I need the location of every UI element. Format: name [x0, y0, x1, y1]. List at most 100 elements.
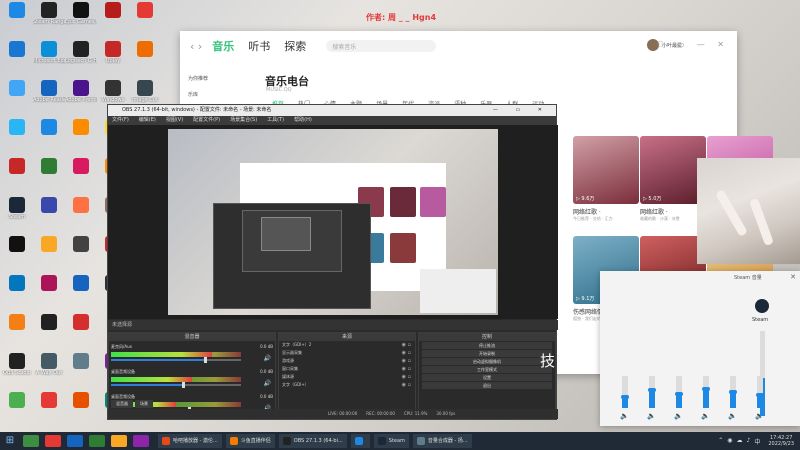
desktop-icon[interactable]: [33, 119, 65, 153]
desktop-icon[interactable]: [1, 41, 33, 75]
speaker-icon[interactable]: 🔊: [264, 355, 271, 362]
pinned-app-icon[interactable]: [133, 435, 149, 447]
desktop-icon[interactable]: [1, 314, 33, 348]
taskbar-window[interactable]: 哈吧播放器 - 激伦...: [158, 434, 222, 448]
desktop-icon[interactable]: [65, 197, 97, 231]
close-icon[interactable]: ✕: [790, 273, 796, 281]
desktop-icon[interactable]: Adobe Premiere: [65, 80, 97, 114]
source-item[interactable]: 窗口采集 ◉ ▫: [279, 365, 415, 373]
desktop-icon[interactable]: Epic Games Launcher: [65, 2, 97, 36]
tab-explore[interactable]: 探索: [284, 38, 306, 54]
obs-menu-item[interactable]: 文件(F): [112, 116, 129, 125]
desktop-icon[interactable]: [33, 275, 65, 309]
control-button[interactable]: 启动虚拟摄像机: [422, 358, 552, 365]
volume-slider[interactable]: [648, 376, 656, 408]
speaker-icon[interactable]: 🔈: [728, 412, 737, 420]
speaker-icon[interactable]: 🔈: [674, 412, 683, 420]
desktop-icon[interactable]: [33, 197, 65, 231]
obs-menu-item[interactable]: 工具(T): [267, 116, 284, 125]
pinned-app-icon[interactable]: [89, 435, 105, 447]
speaker-icon[interactable]: 🔊: [264, 380, 271, 387]
desktop-icon[interactable]: [65, 314, 97, 348]
desktop-icon[interactable]: A Way Out: [33, 353, 65, 387]
desktop-icon[interactable]: [33, 392, 65, 426]
desktop-icon[interactable]: [33, 236, 65, 270]
volume-slider[interactable]: [675, 376, 683, 408]
volume-fader[interactable]: [111, 382, 241, 388]
desktop-icon[interactable]: OBS Studio: [1, 353, 33, 387]
source-item[interactable]: 媒体源 ◉ ▫: [279, 373, 415, 381]
tray-icon[interactable]: ♪: [747, 437, 751, 446]
desktop-icon[interactable]: [65, 119, 97, 153]
visibility-icon[interactable]: ◉ ▫: [402, 365, 411, 373]
pinned-app-icon[interactable]: [23, 435, 39, 447]
desktop-icon[interactable]: [1, 119, 33, 153]
control-button[interactable]: 设置: [422, 374, 552, 381]
desktop-icon[interactable]: Microsoft Edge: [33, 41, 65, 75]
search-input[interactable]: 搜索音乐: [326, 40, 437, 52]
playlist-card[interactable]: ▷ 9.6万 网络红歌 · 今日推荐 · 交给 · 汇力: [573, 136, 639, 222]
desktop-icon[interactable]: [65, 353, 97, 387]
taskbar-window[interactable]: OBS 27.1.3 (64-bi...: [278, 434, 347, 448]
obs-menu-item[interactable]: 视图(V): [166, 116, 183, 125]
speaker-icon[interactable]: 🔈: [620, 412, 629, 420]
desktop-icon[interactable]: Uplay: [97, 41, 129, 75]
desktop-icon[interactable]: [129, 41, 161, 75]
desktop-icon[interactable]: [1, 275, 33, 309]
desktop-icon[interactable]: Steam Ranger: [33, 2, 65, 36]
volume-slider[interactable]: [756, 376, 764, 408]
desktop-icon[interactable]: [33, 314, 65, 348]
taskbar-window[interactable]: Steam: [373, 434, 409, 448]
desktop-icon[interactable]: [65, 392, 97, 426]
tab-music[interactable]: 音乐: [212, 38, 234, 54]
taskbar-window[interactable]: 音量合成器 - 扬...: [412, 434, 472, 448]
clock[interactable]: 17:42:27 2022/9/23: [768, 435, 794, 447]
control-button[interactable]: 工作室模式: [422, 366, 552, 373]
back-forward-icon[interactable]: ‹ ›: [190, 40, 202, 53]
desktop-icon[interactable]: [65, 236, 97, 270]
desktop-icon[interactable]: [1, 80, 33, 114]
volume-fader[interactable]: [111, 357, 241, 363]
dock-tab[interactable]: 场景: [135, 400, 153, 408]
desktop-icon[interactable]: [65, 158, 97, 192]
control-button[interactable]: 开始录制: [422, 350, 552, 357]
speaker-icon[interactable]: 🔈: [755, 412, 764, 420]
tray-icon[interactable]: 中: [754, 437, 760, 446]
desktop-icon[interactable]: [1, 158, 33, 192]
visibility-icon[interactable]: ◉ ▫: [402, 341, 411, 349]
volume-slider[interactable]: [621, 376, 629, 408]
control-button[interactable]: 退出: [422, 382, 552, 389]
visibility-icon[interactable]: ◉ ▫: [402, 373, 411, 381]
desktop-icon[interactable]: Logitech G HUB: [65, 41, 97, 75]
pinned-app-icon[interactable]: [45, 435, 61, 447]
visibility-icon[interactable]: ◉ ▫: [402, 357, 411, 365]
window-controls[interactable]: ⚇ ▭ — ✕: [657, 40, 729, 49]
sidebar-item-recommend[interactable]: 为你推荐: [188, 71, 248, 87]
source-item[interactable]: 显示器采集 ◉ ▫: [279, 349, 415, 357]
obs-menu-item[interactable]: 配置文件(P): [193, 116, 220, 125]
start-button[interactable]: ⊞: [0, 432, 20, 450]
source-item[interactable]: 文字（GDI+） ◉ ▫: [279, 381, 415, 389]
desktop-icon[interactable]: [1, 236, 33, 270]
desktop-icon[interactable]: [1, 392, 33, 426]
pinned-app-icon[interactable]: [67, 435, 83, 447]
tab-audiobook[interactable]: 听书: [248, 38, 270, 54]
visibility-icon[interactable]: ◉ ▫: [402, 349, 411, 357]
tray-icon[interactable]: ⌃: [718, 437, 723, 446]
desktop-icon[interactable]: Steam: [1, 197, 33, 231]
tray-icon[interactable]: ☁: [737, 437, 743, 446]
source-item[interactable]: 文字（GDI+）2 ◉ ▫: [279, 341, 415, 349]
volume-slider[interactable]: [702, 376, 710, 408]
desktop-icon[interactable]: [97, 2, 129, 36]
desktop-icon[interactable]: [1, 2, 33, 36]
visibility-icon[interactable]: ◉ ▫: [402, 381, 411, 389]
obs-menu-item[interactable]: 帮助(H): [294, 116, 312, 125]
volume-slider[interactable]: [729, 376, 737, 408]
source-item[interactable]: 游戏源 ◉ ▫: [279, 357, 415, 365]
dock-tab[interactable]: 混音器: [111, 400, 133, 408]
desktop-icon[interactable]: [129, 2, 161, 36]
obs-menu-item[interactable]: 场景集合(S): [230, 116, 257, 125]
speaker-icon[interactable]: 🔈: [647, 412, 656, 420]
obs-menu-item[interactable]: 编辑(E): [139, 116, 156, 125]
desktop-icon[interactable]: [65, 275, 97, 309]
